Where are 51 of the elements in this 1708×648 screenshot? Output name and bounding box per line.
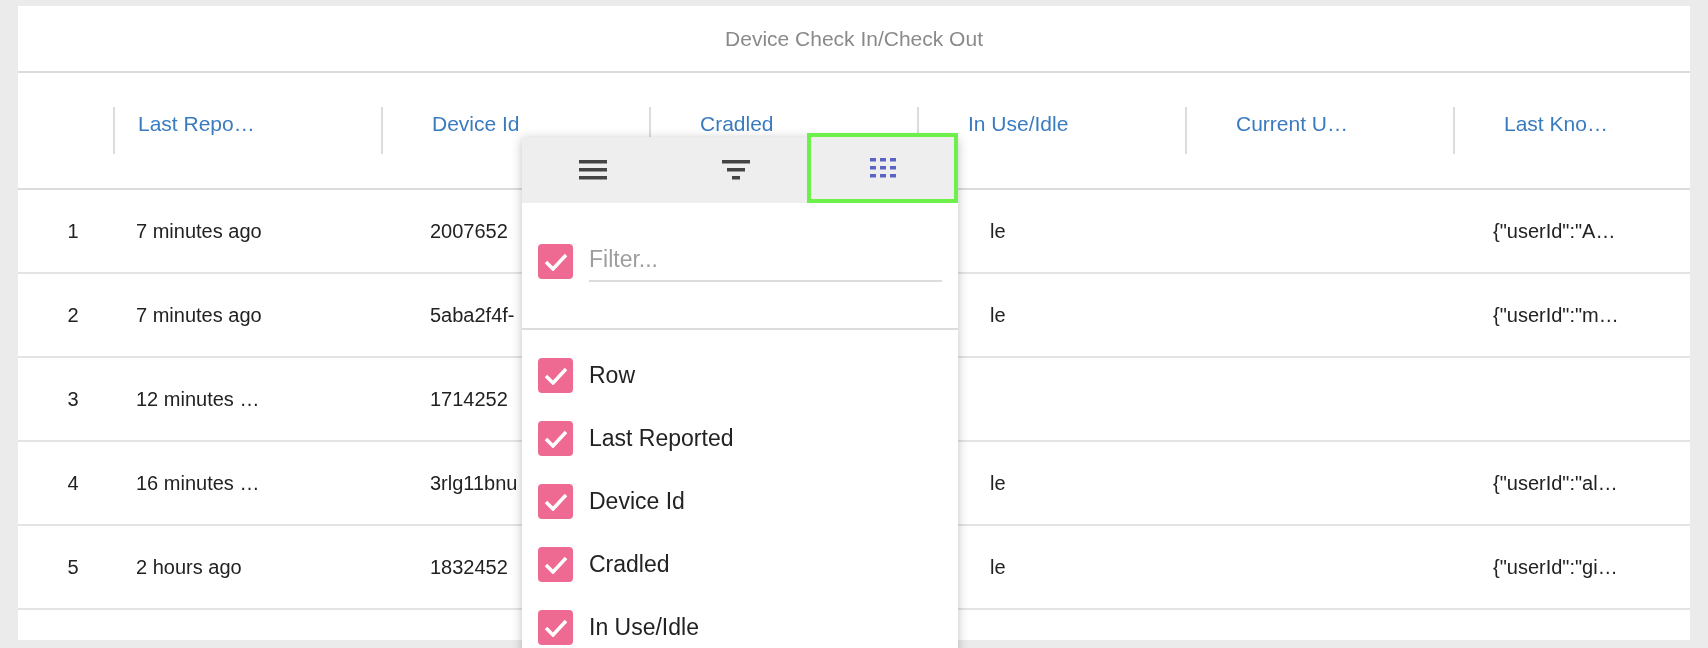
checkmark-icon [543, 429, 568, 448]
checkmark-icon [543, 366, 568, 385]
table-cell-text: le [990, 555, 1006, 580]
table-cell-text: 7 minutes ago [136, 303, 262, 328]
table-cell-text: le [990, 303, 1006, 328]
column-checkbox[interactable] [538, 484, 573, 519]
filter-icon [722, 160, 750, 180]
grid-icon [869, 158, 896, 178]
table-cell-text: {"userId":"m… [1493, 303, 1619, 328]
checkmark-icon [543, 618, 568, 637]
column-header[interactable]: Last Repo… [138, 111, 255, 136]
column-option-label: Device Id [589, 487, 685, 517]
table-cell-text: 1832452 [430, 555, 508, 580]
column-option-label: Last Reported [589, 424, 734, 454]
checkmark-icon [543, 492, 568, 511]
column-header[interactable]: Current U… [1236, 111, 1349, 136]
row-number: 5 [67, 555, 79, 580]
table-cell-text: 2007652 [430, 219, 508, 244]
menu-icon [579, 160, 608, 180]
column-checkbox[interactable] [538, 421, 573, 456]
column-option-label: Row [589, 361, 635, 391]
table-cell-text: 3rlg11bnu [430, 471, 518, 496]
column-option-label: Cradled [589, 550, 670, 580]
table-cell-text: 5aba2f4f- [430, 303, 515, 328]
row-number: 3 [67, 387, 79, 412]
filter-field[interactable]: Filter... [589, 238, 942, 282]
column-header[interactable]: Last Kno… [1504, 111, 1608, 136]
table-cell-text: 16 minutes … [136, 471, 260, 496]
select-all-checkbox[interactable] [538, 244, 573, 279]
checkmark-icon [543, 555, 568, 574]
column-header[interactable]: Cradled [700, 111, 774, 136]
column-header[interactable]: In Use/Idle [968, 111, 1069, 136]
row-number: 2 [67, 303, 79, 328]
column-option-label: In Use/Idle [589, 613, 699, 643]
row-number: 1 [67, 219, 79, 244]
table-cell-text: 7 minutes ago [136, 219, 262, 244]
table-cell-text: {"userId":"al… [1493, 471, 1618, 496]
table-cell-text: {"userId":"gi… [1493, 555, 1618, 580]
checkmark-icon [543, 252, 568, 271]
table-cell-text: le [990, 219, 1006, 244]
column-header[interactable]: Device Id [432, 111, 520, 136]
table-cell-text: le [990, 471, 1006, 496]
table-cell-text: {"userId":"A… [1493, 219, 1616, 244]
table-cell-text: 12 minutes … [136, 387, 260, 412]
column-checkbox[interactable] [538, 547, 573, 582]
table-cell-text: 1714252 [430, 387, 508, 412]
row-number: 4 [67, 471, 79, 496]
table-cell-text: 2 hours ago [136, 555, 242, 580]
column-checkbox[interactable] [538, 610, 573, 645]
table-title: Device Check In/Check Out [725, 25, 983, 52]
column-checkbox[interactable] [538, 358, 573, 393]
